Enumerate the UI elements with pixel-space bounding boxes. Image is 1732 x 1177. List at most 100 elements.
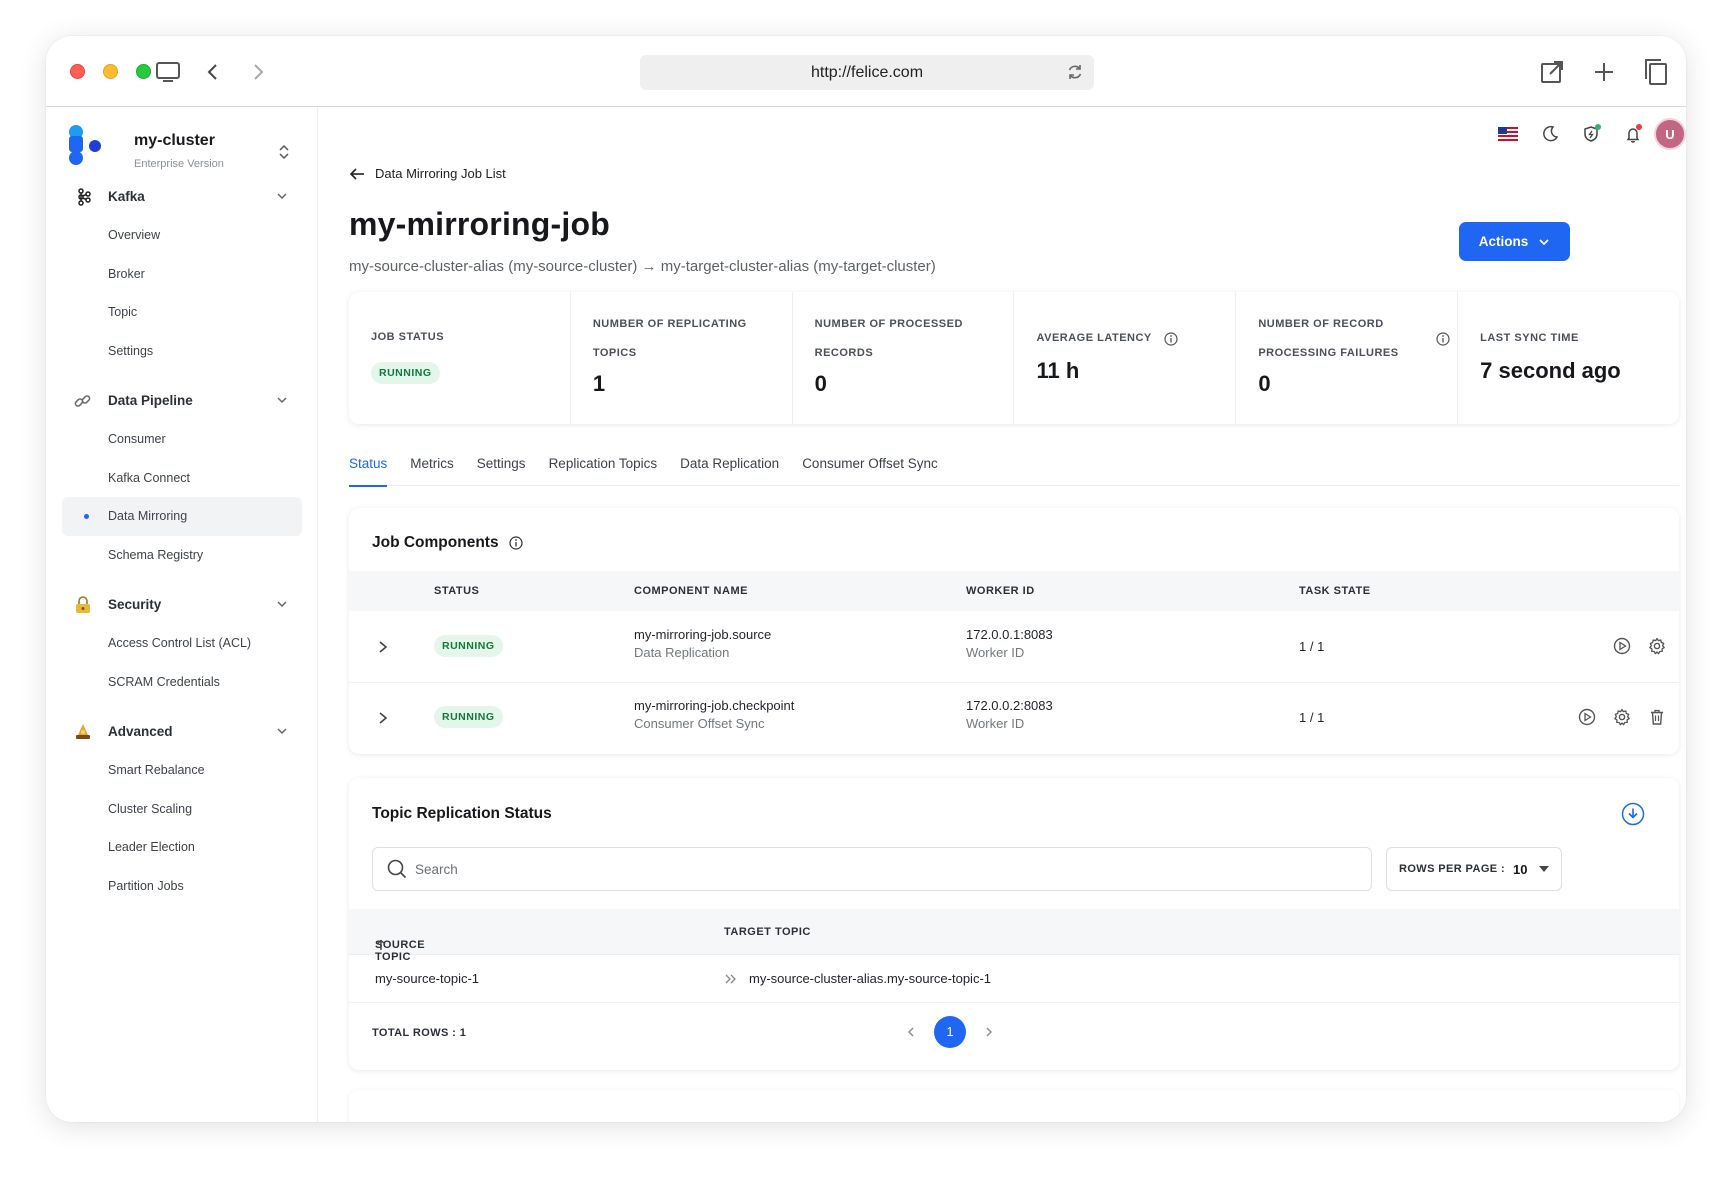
close-window-button[interactable] xyxy=(70,64,85,79)
stat-replicating-topics: NUMBER OF REPLICATING TOPICS 1 xyxy=(571,292,793,424)
job-components-title: Job Components xyxy=(372,534,523,552)
rows-per-page-label: ROWS PER PAGE : xyxy=(1399,863,1506,875)
job-components-header: STATUS COMPONENT NAME WORKER ID TASK STA… xyxy=(349,571,1679,611)
link-icon xyxy=(74,392,92,410)
column-header-worker-id: WORKER ID xyxy=(966,585,1035,597)
info-icon[interactable] xyxy=(1436,332,1450,346)
sidebar-item-overview[interactable]: Overview xyxy=(62,216,302,255)
maximize-window-button[interactable] xyxy=(136,64,151,79)
gear-icon[interactable] xyxy=(1648,637,1666,655)
sort-ascending-icon xyxy=(375,939,387,951)
sidebar-item-acl[interactable]: Access Control List (ACL) xyxy=(62,624,302,663)
task-state-cell: 1 / 1 xyxy=(1299,639,1325,654)
back-to-job-list-link[interactable]: Data Mirroring Job List xyxy=(349,166,506,181)
table-row: RUNNING my-mirroring-job.checkpoint Cons… xyxy=(349,683,1679,754)
trash-icon[interactable] xyxy=(1648,708,1666,726)
detail-tabs: Status Metrics Settings Replication Topi… xyxy=(349,444,1679,487)
expand-collapse-icon[interactable] xyxy=(278,144,290,160)
play-icon[interactable] xyxy=(1613,637,1631,655)
gear-icon[interactable] xyxy=(1613,708,1631,726)
shield-icon[interactable] xyxy=(1580,122,1604,146)
wizard-icon xyxy=(74,723,92,741)
sidebar-item-partition-jobs[interactable]: Partition Jobs xyxy=(62,867,302,906)
stat-label: NUMBER OF RECORD PROCESSING FAILURES xyxy=(1258,318,1399,359)
tab-consumer-offset-sync[interactable]: Consumer Offset Sync xyxy=(802,444,938,486)
moon-icon[interactable] xyxy=(1538,122,1562,146)
component-name-cell: my-mirroring-job.source Data Replication xyxy=(634,627,772,660)
nav-group-advanced-header[interactable]: Advanced xyxy=(62,713,302,751)
address-bar[interactable]: http://felice.com xyxy=(640,55,1094,90)
sidebar: my-cluster Enterprise Version Kafka Over… xyxy=(46,108,318,1122)
chevron-left-icon[interactable] xyxy=(906,1026,916,1038)
search-placeholder: Search xyxy=(415,861,458,877)
download-icon[interactable] xyxy=(1621,802,1645,826)
minimize-window-button[interactable] xyxy=(103,64,118,79)
cluster-switcher[interactable]: my-cluster Enterprise Version xyxy=(68,124,308,176)
page-button-1[interactable]: 1 xyxy=(934,1016,966,1048)
source-topic-cell: my-source-topic-1 xyxy=(375,971,480,986)
tab-replication-topics[interactable]: Replication Topics xyxy=(549,444,658,486)
sidebar-item-schema-registry[interactable]: Schema Registry xyxy=(62,536,302,575)
stat-label: NUMBER OF PROCESSED RECORDS xyxy=(814,318,963,359)
forward-arrow-icon[interactable] xyxy=(242,56,274,88)
column-header-component-name: COMPONENT NAME xyxy=(634,585,748,597)
cluster-name: my-cluster xyxy=(134,132,215,149)
nav-group-kafka-header[interactable]: Kafka xyxy=(62,178,302,216)
bell-icon[interactable] xyxy=(1622,122,1646,146)
sidebar-toggle-icon[interactable] xyxy=(152,56,184,88)
info-icon[interactable] xyxy=(1164,332,1179,346)
tab-status[interactable]: Status xyxy=(349,444,388,487)
stat-value: 0 xyxy=(814,371,827,396)
chevron-right-icon[interactable] xyxy=(378,640,388,654)
lock-icon xyxy=(74,596,92,614)
total-rows-label: TOTAL ROWS : 1 xyxy=(372,1027,467,1039)
search-input[interactable]: Search xyxy=(372,847,1372,891)
tabs-overview-icon[interactable] xyxy=(1640,56,1672,88)
next-card-edge xyxy=(349,1090,1679,1122)
sidebar-item-data-mirroring[interactable]: Data Mirroring xyxy=(62,497,302,536)
tab-metrics[interactable]: Metrics xyxy=(410,444,454,486)
search-icon xyxy=(387,859,407,879)
sidebar-item-topic[interactable]: Topic xyxy=(62,293,302,332)
url-text: http://felice.com xyxy=(810,63,924,81)
sidebar-item-consumer[interactable]: Consumer xyxy=(62,420,302,459)
stat-value: 7 second ago xyxy=(1480,358,1621,383)
chevron-down-icon xyxy=(276,394,288,406)
new-tab-icon[interactable] xyxy=(1588,56,1620,88)
sidebar-item-kafka-connect[interactable]: Kafka Connect xyxy=(62,459,302,498)
tab-data-replication[interactable]: Data Replication xyxy=(680,444,779,486)
sidebar-item-broker[interactable]: Broker xyxy=(62,255,302,294)
us-flag-icon[interactable] xyxy=(1496,122,1520,146)
kafka-icon xyxy=(74,188,92,206)
stat-label: NUMBER OF REPLICATING TOPICS xyxy=(592,318,747,359)
play-icon[interactable] xyxy=(1578,708,1596,726)
sidebar-item-settings[interactable]: Settings xyxy=(62,332,302,371)
sidebar-item-cluster-scaling[interactable]: Cluster Scaling xyxy=(62,790,302,829)
stat-value: 0 xyxy=(1258,371,1271,396)
rows-per-page-value: 10 xyxy=(1513,861,1528,877)
sidebar-item-smart-rebalance[interactable]: Smart Rebalance xyxy=(62,751,302,790)
sidebar-item-leader-election[interactable]: Leader Election xyxy=(62,828,302,867)
chevron-right-icon[interactable] xyxy=(984,1026,994,1038)
actions-button[interactable]: Actions xyxy=(1459,222,1570,261)
chevron-down-icon xyxy=(276,190,288,202)
chevron-right-icon[interactable] xyxy=(378,711,388,725)
rows-per-page-select[interactable]: ROWS PER PAGE : 10 xyxy=(1386,847,1562,891)
nav-group-data-pipeline-header[interactable]: Data Pipeline xyxy=(62,382,302,420)
status-badge: RUNNING xyxy=(434,706,503,728)
pagination: 1 xyxy=(906,1016,994,1048)
nav-group-security-header[interactable]: Security xyxy=(62,586,302,624)
stat-last-sync-time: LAST SYNC TIME 7 second ago xyxy=(1458,292,1679,424)
user-avatar[interactable]: U xyxy=(1654,118,1686,150)
nav-group-advanced: Advanced Smart Rebalance Cluster Scaling… xyxy=(62,713,302,905)
info-icon[interactable] xyxy=(508,536,523,550)
table-row: my-source-topic-1 my-source-cluster-alia… xyxy=(349,955,1679,1003)
reload-icon[interactable] xyxy=(1066,63,1084,81)
stat-average-latency: AVERAGE LATENCY 11 h xyxy=(1014,292,1237,424)
tab-settings[interactable]: Settings xyxy=(477,444,526,486)
share-icon[interactable] xyxy=(1536,56,1568,88)
sidebar-item-scram-credentials[interactable]: SCRAM Credentials xyxy=(62,663,302,702)
back-arrow-icon[interactable] xyxy=(197,56,229,88)
column-header-task-state: TASK STATE xyxy=(1299,585,1371,597)
back-link-label: Data Mirroring Job List xyxy=(375,166,506,181)
